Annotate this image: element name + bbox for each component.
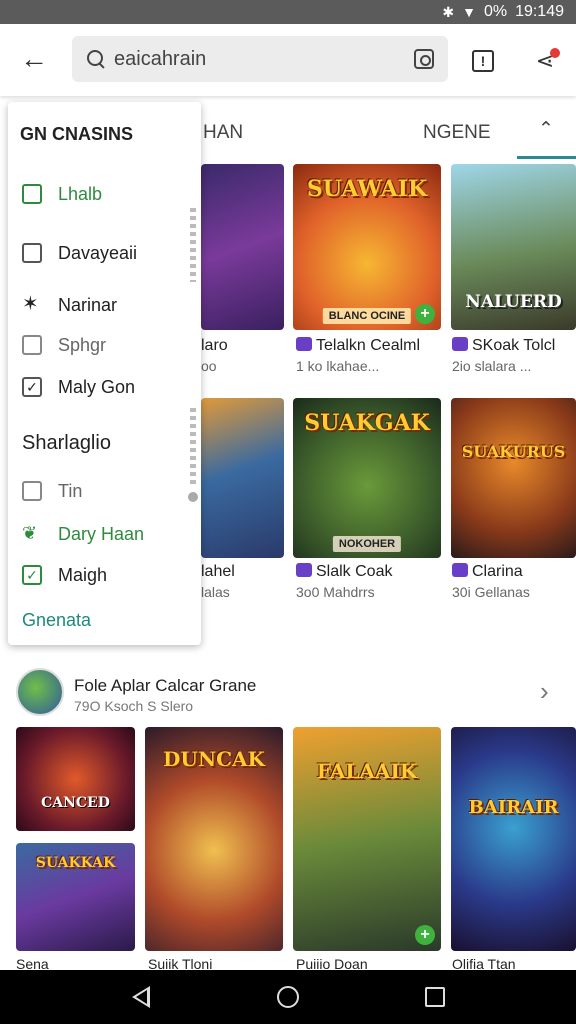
game-card[interactable] [201, 164, 284, 330]
game-logo: NALUERD [465, 292, 562, 312]
status-bar: ✱ ▼ 0% 19:149 [0, 0, 576, 24]
drawer-item[interactable]: ✶ Narinar [22, 291, 117, 319]
game-logo: SUAKKAK [35, 855, 116, 871]
search-page-icon [22, 184, 42, 204]
publisher-badge-icon [296, 563, 312, 577]
game-card-art [201, 398, 284, 558]
search-icon [86, 49, 106, 69]
game-title[interactable]: Slalk Coak [296, 563, 392, 581]
game-logo: FALAAIK [316, 759, 418, 783]
publisher-badge-icon [296, 337, 312, 351]
section-title: Fole Aplar Calcar Grane [74, 676, 257, 695]
scroll-thumb[interactable] [188, 492, 198, 502]
game-card[interactable]: SUAWAIK BLANC OCINE + [293, 164, 441, 330]
nav-home-icon[interactable] [277, 986, 299, 1008]
game-logo: BAIRAIR [468, 797, 559, 818]
tab-han[interactable]: HAN [203, 122, 243, 144]
top-app-bar: ← eaicahrain ! ⋖ [0, 24, 576, 96]
section-header[interactable]: Fole Aplar Calcar Grane 79O Ksoch S Sler… [0, 664, 576, 720]
scroll-track[interactable] [190, 208, 196, 282]
game-card-art [16, 727, 135, 831]
nav-back-icon[interactable] [132, 986, 150, 1008]
avatar [16, 668, 64, 716]
game-card-art [201, 164, 284, 330]
bluetooth-icon: ✱ [442, 3, 455, 20]
drawer-footer-link[interactable]: Gnenata [22, 610, 91, 631]
game-card[interactable]: SUAKURUS [451, 398, 576, 558]
leaf-icon: ❦ [22, 523, 38, 543]
drawer-title: GN CNASINS [20, 124, 134, 144]
game-card[interactable]: DUNCAK [145, 727, 283, 951]
tab-ngene[interactable]: NGENE [423, 122, 491, 144]
game-title[interactable]: laro [201, 337, 228, 355]
scroll-track[interactable] [190, 408, 196, 488]
game-banner: NOKOHER [332, 536, 402, 552]
game-card[interactable]: CANCED [16, 727, 135, 831]
drawer-menu: GN CNASINS Lhalb Davayeaii ✶ Narinar Sph… [8, 102, 201, 645]
tab-more-icon[interactable]: ⌃ [538, 118, 554, 141]
wifi-icon: ▼ [462, 4, 476, 20]
drawer-item[interactable]: Sphgr [22, 331, 106, 359]
drawer-item[interactable]: ❦ Dary Haan [22, 520, 144, 548]
game-subtitle: 2io slalara ... [452, 358, 532, 374]
game-subtitle: 30i Gellanas [452, 584, 530, 600]
drawer-item[interactable]: Davayeaii [22, 239, 137, 267]
game-subtitle: 3o0 Mahdrrs [296, 584, 375, 600]
system-nav-bar [0, 970, 576, 1024]
add-icon[interactable]: + [415, 925, 435, 945]
game-title[interactable]: lahel [201, 563, 235, 581]
search-input[interactable]: eaicahrain [114, 48, 448, 71]
star-icon: ✶ [22, 293, 39, 315]
battery-level: 0% [483, 3, 508, 20]
check-icon: ✓ [22, 565, 42, 585]
game-card[interactable]: BAIRAIR [451, 727, 576, 951]
chart-icon [22, 335, 42, 355]
camera-icon[interactable] [414, 49, 434, 69]
document-icon [22, 243, 42, 263]
add-icon[interactable]: + [415, 304, 435, 324]
drawer-item[interactable]: Lhalb [22, 180, 102, 208]
game-logo: DUNCAK [163, 747, 265, 771]
game-title[interactable]: Clarina [452, 563, 523, 581]
check-icon: ✓ [22, 377, 42, 397]
game-title[interactable]: SKoak Tolcl [452, 337, 555, 355]
share-icon[interactable]: ⋖ [532, 48, 560, 74]
game-card[interactable]: SUAKKAK [16, 843, 135, 951]
list-icon [22, 481, 42, 501]
game-card[interactable]: FALAAIK + [293, 727, 441, 951]
game-card[interactable] [201, 398, 284, 558]
clock: 19:149 [515, 3, 564, 20]
game-logo: SUAKURUS [461, 442, 566, 461]
notification-dot [550, 48, 560, 58]
search-bar[interactable]: eaicahrain [72, 36, 448, 82]
game-logo: CANCED [41, 795, 110, 811]
game-subtitle: lalas [201, 584, 230, 600]
game-subtitle: oo [201, 358, 217, 374]
section-subtitle: 79O Ksoch S Slero [74, 698, 194, 714]
publisher-badge-icon [452, 337, 468, 351]
nav-recents-icon[interactable] [425, 987, 445, 1007]
game-card[interactable]: NALUERD [451, 164, 576, 330]
drawer-item[interactable]: ✓ Maly Gon [22, 373, 135, 401]
drawer-section-title: Sharlaglio [22, 432, 111, 454]
tab-indicator [517, 156, 576, 159]
game-logo: SUAKGAK [304, 410, 430, 436]
alert-icon[interactable]: ! [472, 50, 494, 72]
game-subtitle: 1 ko lkahae... [296, 358, 380, 374]
game-card-art [451, 727, 576, 951]
drawer-item[interactable]: ✓ Maigh [22, 561, 107, 589]
game-card-art [451, 398, 576, 558]
drawer-item[interactable]: Tin [22, 477, 82, 505]
game-banner: BLANC OCINE [322, 308, 412, 324]
chevron-right-icon[interactable]: › [540, 676, 549, 707]
back-arrow-icon[interactable]: ← [18, 44, 50, 76]
game-card[interactable]: SUAKGAK NOKOHER [293, 398, 441, 558]
game-title[interactable]: Telalkn Cealml [296, 337, 420, 355]
publisher-badge-icon [452, 563, 468, 577]
game-logo: SUAWAIK [306, 176, 428, 202]
